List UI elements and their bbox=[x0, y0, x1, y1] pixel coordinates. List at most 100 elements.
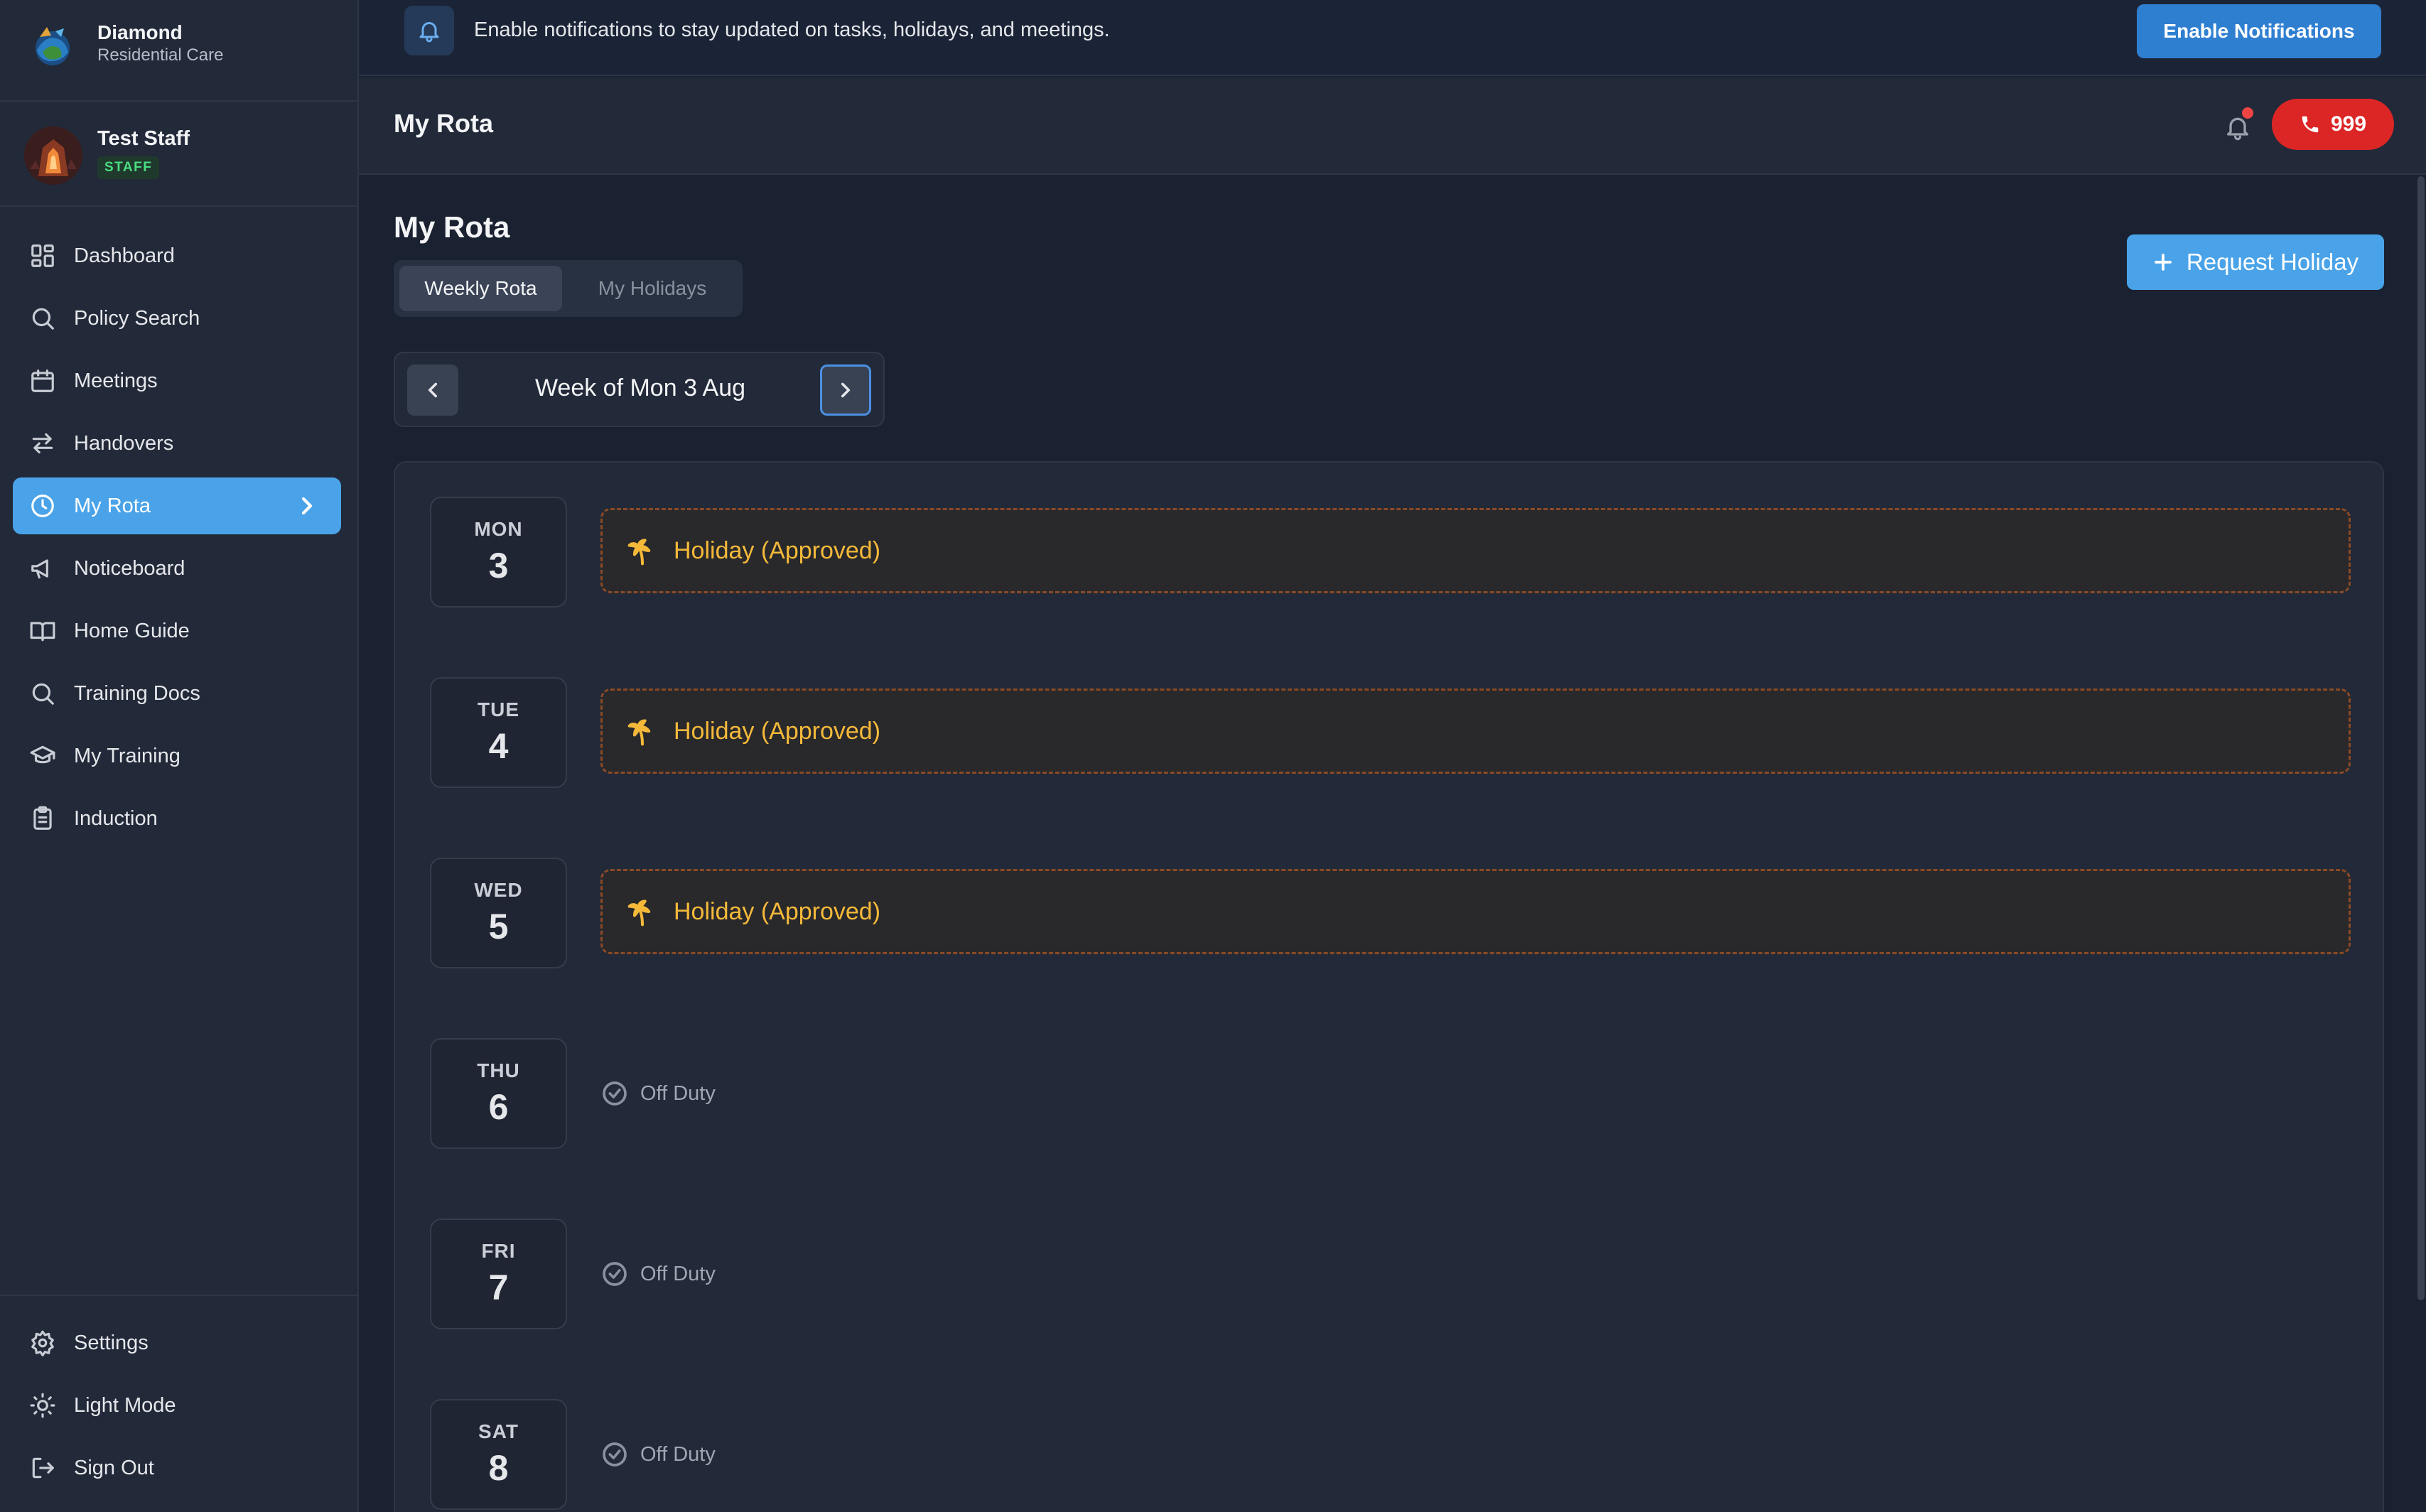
day-name: SAT bbox=[478, 1420, 519, 1442]
tab-weekly-rota[interactable]: Weekly Rota bbox=[399, 266, 562, 311]
day-number: 5 bbox=[488, 907, 509, 946]
request-holiday-button[interactable]: Request Holiday bbox=[2127, 234, 2384, 290]
shift-status: Holiday (Approved) bbox=[674, 897, 881, 925]
gear-icon bbox=[28, 1329, 57, 1357]
emergency-call-button[interactable]: 999 bbox=[2272, 99, 2394, 150]
sidebar-item-label: My Rota bbox=[74, 494, 151, 517]
sidebar-item-policy-search[interactable]: Policy Search bbox=[13, 290, 341, 347]
palm-tree-icon bbox=[627, 896, 658, 927]
shift-status: Off Duty bbox=[640, 1081, 716, 1105]
page-title: My Rota bbox=[394, 109, 494, 138]
day-row: MON 3 Holiday (Approved) bbox=[395, 497, 2385, 610]
week-label: Week of Mon 3 Aug bbox=[534, 374, 746, 401]
day-number: 8 bbox=[488, 1448, 509, 1488]
sign-out-icon bbox=[28, 1454, 57, 1482]
section-title: My Rota bbox=[394, 210, 510, 244]
app-root: Diamond Residential Care Test Staff STAF… bbox=[0, 0, 2426, 1512]
check-circle-icon bbox=[603, 1262, 627, 1286]
calendar-icon bbox=[28, 367, 57, 395]
chevron-right-icon bbox=[293, 492, 321, 520]
previous-week-button[interactable] bbox=[407, 364, 458, 416]
clock-icon bbox=[28, 492, 57, 520]
sidebar-item-label: Training Docs bbox=[74, 681, 200, 705]
day-name: THU bbox=[477, 1059, 520, 1081]
sidebar-item-meetings[interactable]: Meetings bbox=[13, 352, 341, 409]
book-open-icon bbox=[28, 617, 57, 645]
role-badge: STAFF bbox=[97, 156, 160, 179]
search-icon bbox=[28, 304, 57, 333]
emergency-label: 999 bbox=[2330, 112, 2367, 136]
sidebar-item-label: Sign Out bbox=[74, 1456, 154, 1479]
sidebar-item-label: Policy Search bbox=[74, 306, 200, 330]
day-box: SAT 8 bbox=[430, 1399, 567, 1510]
sidebar-item-handovers[interactable]: Handovers bbox=[13, 415, 341, 472]
sidebar-item-label: Dashboard bbox=[74, 244, 175, 267]
day-box: WED 5 bbox=[430, 858, 567, 968]
page-header: My Rota 999 bbox=[359, 77, 2426, 175]
sidebar: Diamond Residential Care Test Staff STAF… bbox=[0, 0, 359, 1512]
sidebar-item-label: My Training bbox=[74, 744, 180, 767]
day-row: WED 5 Holiday (Approved) bbox=[395, 858, 2385, 971]
bell-icon bbox=[404, 6, 454, 55]
day-box: FRI 7 bbox=[430, 1219, 567, 1329]
notification-dot bbox=[2242, 107, 2253, 119]
sidebar-item-dashboard[interactable]: Dashboard bbox=[13, 227, 341, 284]
sidebar-item-settings[interactable]: Settings bbox=[13, 1314, 341, 1371]
chevron-right-icon bbox=[841, 382, 851, 398]
sidebar-item-induction[interactable]: Induction bbox=[13, 790, 341, 847]
phone-icon bbox=[2302, 116, 2319, 133]
day-name: FRI bbox=[481, 1240, 516, 1262]
main-content: My Rota Weekly Rota My Holidays Request … bbox=[359, 175, 2426, 1512]
check-circle-icon bbox=[603, 1081, 627, 1106]
week-navigator: Week of Mon 3 Aug bbox=[394, 352, 885, 427]
enable-notifications-button[interactable]: Enable Notifications bbox=[2137, 4, 2381, 58]
day-box: THU 6 bbox=[430, 1038, 567, 1149]
off-duty-status: Off Duty bbox=[600, 1078, 716, 1109]
plus-icon bbox=[2155, 254, 2172, 271]
scrollbar-thumb[interactable] bbox=[2417, 176, 2425, 1300]
brand-subtitle: Residential Care bbox=[97, 45, 224, 65]
sidebar-item-noticeboard[interactable]: Noticeboard bbox=[13, 540, 341, 597]
holiday-shift[interactable]: Holiday (Approved) bbox=[600, 869, 2351, 954]
avatar bbox=[24, 126, 82, 185]
tab-my-holidays[interactable]: My Holidays bbox=[568, 266, 737, 311]
holiday-shift[interactable]: Holiday (Approved) bbox=[600, 688, 2351, 774]
palm-tree-icon bbox=[627, 535, 658, 566]
light-mode-toggle[interactable]: Light Mode bbox=[13, 1377, 341, 1434]
sidebar-item-training-docs[interactable]: Training Docs bbox=[13, 665, 341, 722]
check-circle-icon bbox=[603, 1442, 627, 1467]
clipboard-icon bbox=[28, 804, 57, 833]
holiday-shift[interactable]: Holiday (Approved) bbox=[600, 508, 2351, 593]
day-number: 6 bbox=[488, 1087, 509, 1127]
day-row: SAT 8 Off Duty bbox=[395, 1399, 2385, 1512]
shift-status: Off Duty bbox=[640, 1442, 716, 1466]
user-profile[interactable]: Test Staff STAFF bbox=[0, 102, 359, 207]
day-number: 3 bbox=[488, 546, 509, 585]
next-week-button[interactable] bbox=[820, 364, 871, 416]
diamond-logo-icon bbox=[27, 21, 77, 71]
day-row: TUE 4 Holiday (Approved) bbox=[395, 677, 2385, 791]
sidebar-item-my-rota[interactable]: My Rota bbox=[13, 477, 341, 534]
sign-out-button[interactable]: Sign Out bbox=[13, 1440, 341, 1496]
sidebar-item-label: Handovers bbox=[74, 431, 174, 455]
banner-text: Enable notifications to stay updated on … bbox=[474, 18, 1110, 41]
swap-arrows-icon bbox=[28, 429, 57, 458]
day-number: 4 bbox=[488, 726, 509, 766]
sidebar-item-home-guide[interactable]: Home Guide bbox=[13, 603, 341, 659]
sidebar-item-label: Home Guide bbox=[74, 619, 190, 642]
day-name: TUE bbox=[478, 698, 519, 720]
graduation-cap-icon bbox=[28, 742, 57, 770]
sidebar-item-label: Meetings bbox=[74, 369, 158, 392]
megaphone-icon bbox=[28, 554, 57, 583]
sidebar-item-my-training[interactable]: My Training bbox=[13, 728, 341, 784]
palm-tree-icon bbox=[627, 716, 658, 747]
off-duty-status: Off Duty bbox=[600, 1439, 716, 1470]
notification-banner: Enable notifications to stay updated on … bbox=[359, 0, 2426, 76]
brand: Diamond Residential Care bbox=[0, 0, 359, 102]
day-number: 7 bbox=[488, 1268, 509, 1307]
request-holiday-label: Request Holiday bbox=[2186, 249, 2359, 275]
sidebar-item-label: Light Mode bbox=[74, 1393, 176, 1417]
day-box: TUE 4 bbox=[430, 677, 567, 788]
shift-status: Holiday (Approved) bbox=[674, 536, 881, 564]
rota-tabs: Weekly Rota My Holidays bbox=[394, 260, 743, 317]
